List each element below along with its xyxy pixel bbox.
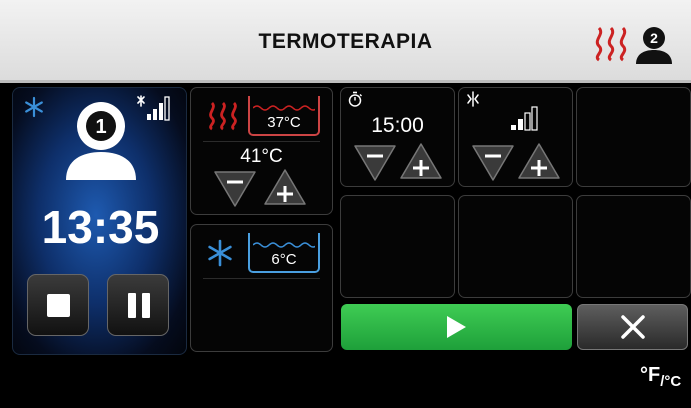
patient-number: 1 bbox=[95, 116, 106, 138]
intensity-bar bbox=[524, 112, 531, 131]
top-bar: TERMOTERAPIA 2 bbox=[0, 0, 691, 83]
intensity-bar bbox=[511, 125, 516, 130]
hot-water-temp: 37°C bbox=[248, 96, 320, 136]
units-fahrenheit: °F bbox=[640, 364, 661, 386]
decrease-intensity-button[interactable] bbox=[471, 140, 515, 184]
empty-slot bbox=[576, 195, 691, 298]
heat-waves-icon bbox=[209, 102, 237, 131]
intensity-bar bbox=[531, 106, 538, 131]
session-panel: 1 13:35 bbox=[12, 87, 187, 355]
intensity-bars bbox=[511, 106, 538, 131]
increase-temp-button[interactable] bbox=[263, 166, 307, 210]
cancel-button[interactable] bbox=[577, 304, 688, 350]
screen-title: TERMOTERAPIA bbox=[258, 30, 433, 53]
heat-setpoint: 41°C bbox=[240, 146, 283, 167]
increase-intensity-button[interactable] bbox=[517, 140, 561, 184]
cold-tile: 6°C bbox=[190, 224, 333, 352]
stopwatch-icon bbox=[348, 91, 362, 107]
temperature-units-toggle[interactable]: °F/°C bbox=[640, 364, 681, 390]
intensity-tile bbox=[458, 87, 573, 187]
user-number: 2 bbox=[650, 30, 658, 46]
pause-icon bbox=[128, 293, 150, 318]
play-icon bbox=[447, 316, 466, 338]
close-icon bbox=[621, 315, 645, 339]
stop-icon bbox=[47, 294, 70, 317]
remaining-time: 13:35 bbox=[41, 201, 160, 253]
vibration-icon bbox=[467, 91, 479, 107]
timer-tile: 15:00 bbox=[340, 87, 455, 187]
cold-water-temp-value: 6°C bbox=[271, 251, 297, 268]
intensity-bar bbox=[518, 119, 523, 130]
empty-slot bbox=[458, 195, 573, 298]
heat-waves-icon bbox=[595, 26, 627, 62]
increase-time-button[interactable] bbox=[399, 140, 443, 184]
decrease-temp-button[interactable] bbox=[213, 166, 257, 210]
water-wave-icon bbox=[253, 105, 315, 111]
snowflake-icon bbox=[25, 96, 43, 118]
start-button[interactable] bbox=[341, 304, 572, 350]
snowflake-icon bbox=[208, 239, 232, 267]
units-celsius: /°C bbox=[660, 373, 682, 390]
timer-value: 15:00 bbox=[371, 114, 424, 137]
hot-water-temp-value: 37°C bbox=[267, 114, 301, 131]
divider bbox=[203, 141, 320, 142]
heat-tile: 37°C 41°C bbox=[190, 87, 333, 215]
pause-button[interactable] bbox=[107, 274, 169, 336]
stop-button[interactable] bbox=[27, 274, 89, 336]
divider bbox=[203, 278, 320, 279]
empty-slot bbox=[340, 195, 455, 298]
cold-water-temp: 6°C bbox=[248, 233, 320, 273]
decrease-time-button[interactable] bbox=[353, 140, 397, 184]
water-wave-icon bbox=[253, 242, 315, 248]
patient-1-avatar: 1 bbox=[66, 102, 136, 180]
user-2-icon: 2 bbox=[636, 27, 672, 64]
empty-slot bbox=[576, 87, 691, 187]
